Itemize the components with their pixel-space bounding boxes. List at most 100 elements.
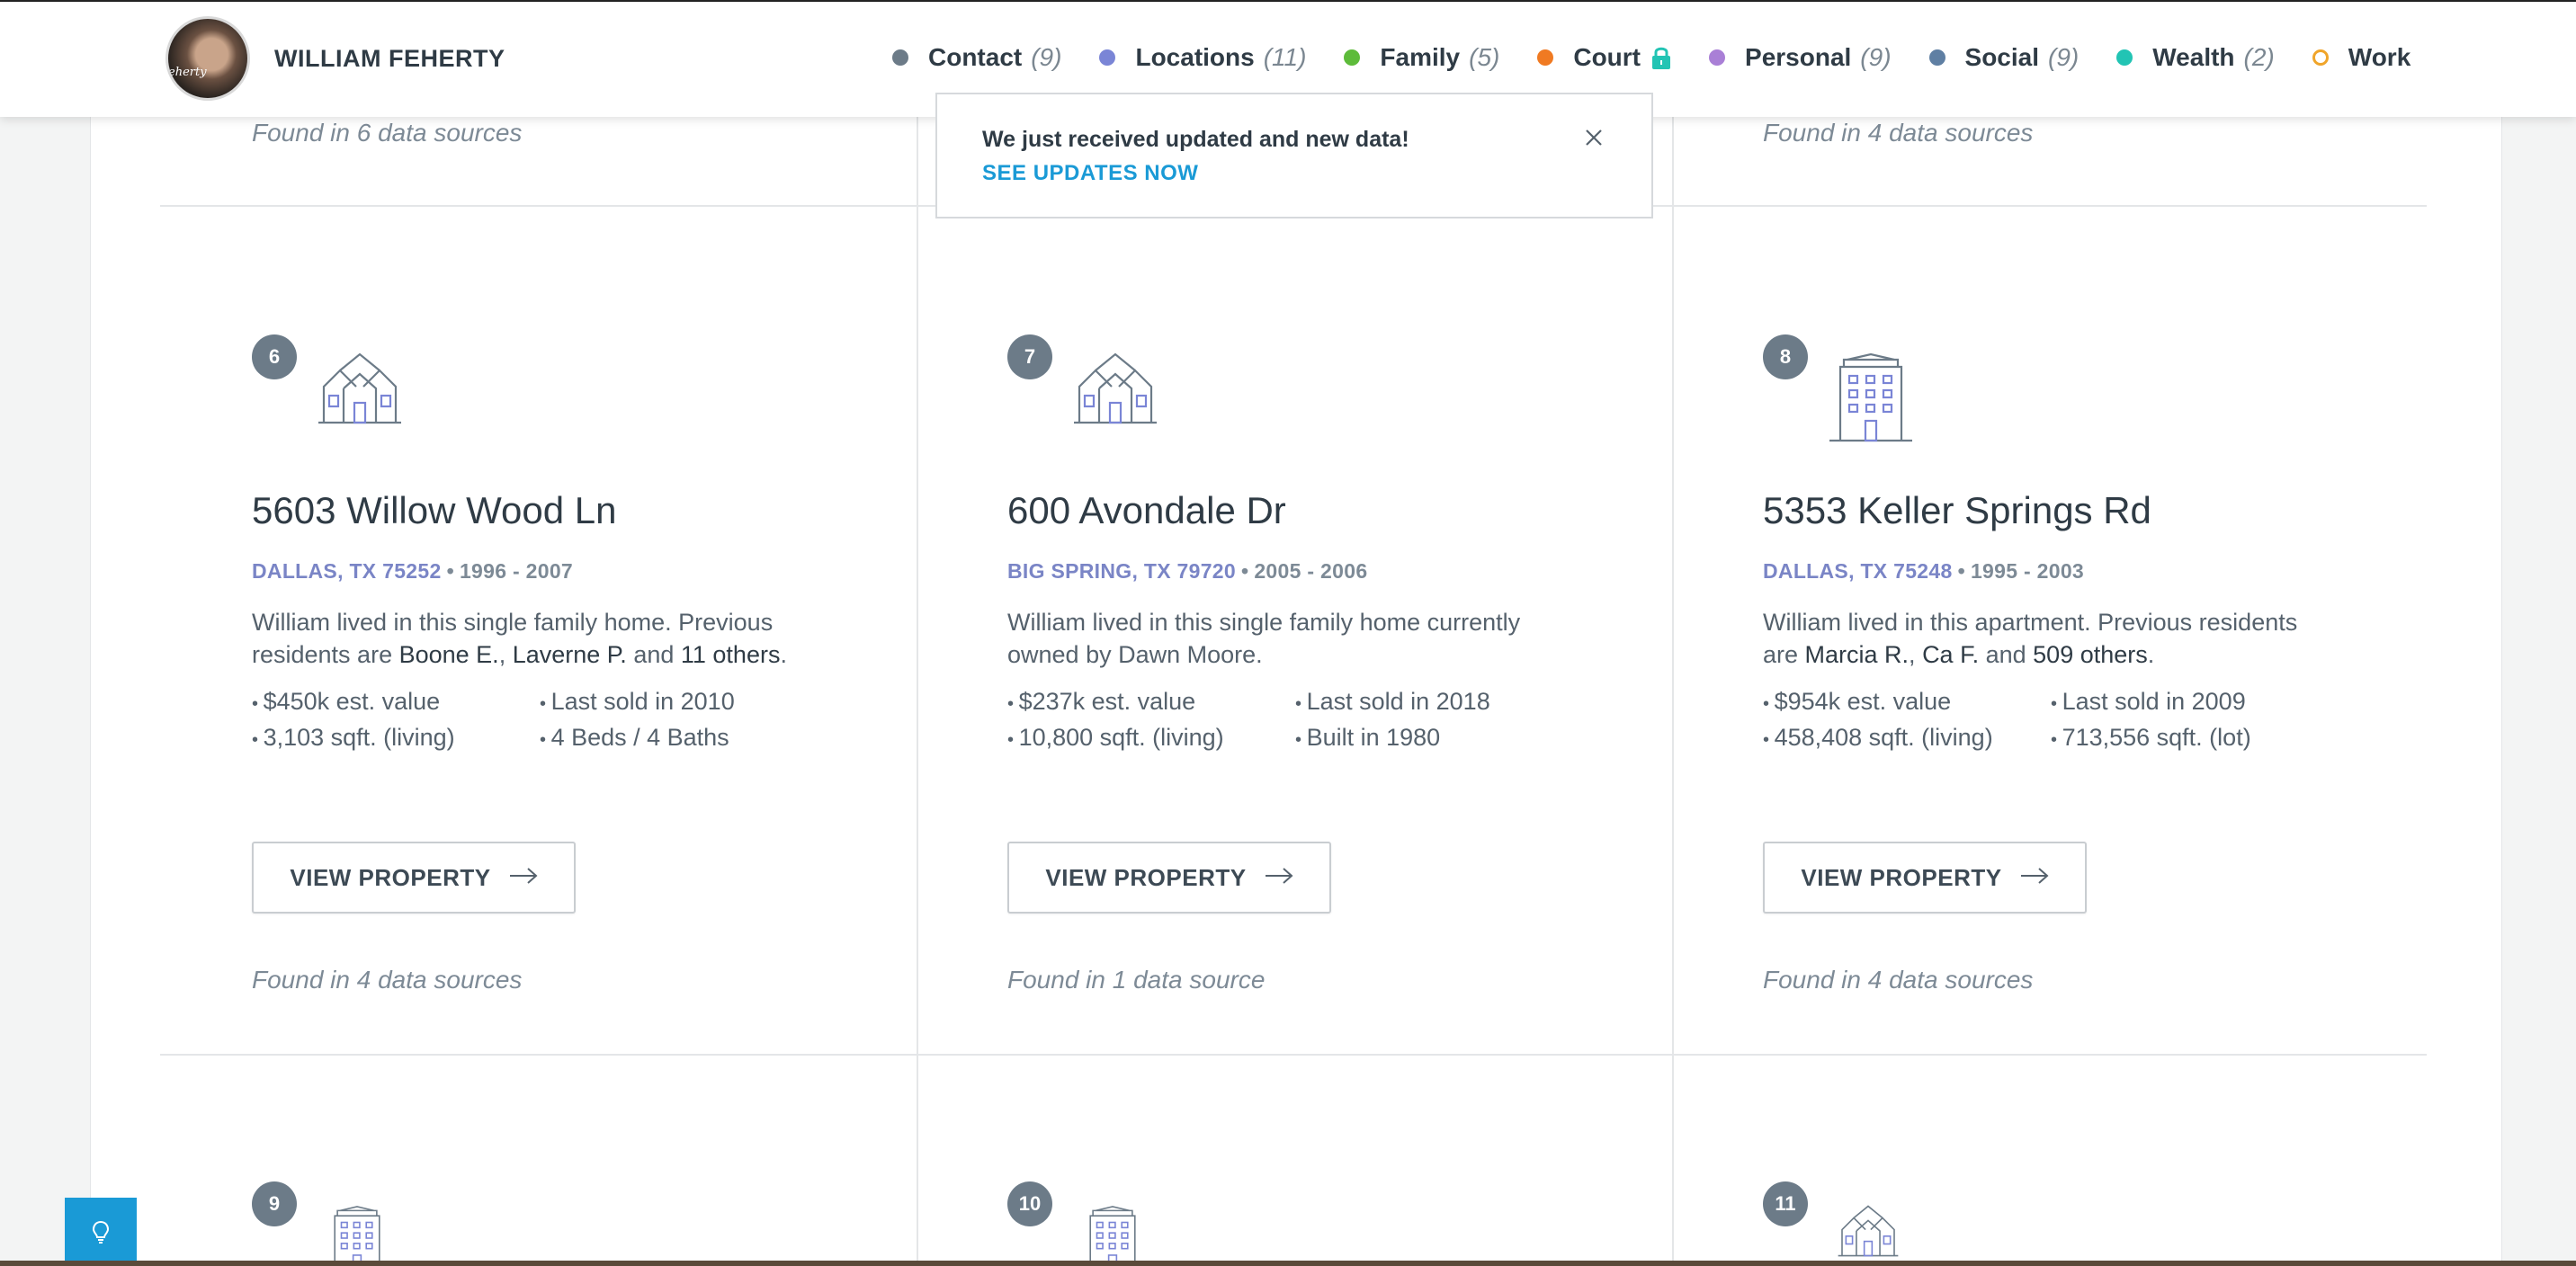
lock-icon [1651, 45, 1671, 70]
location-number-badge: 6 [252, 334, 297, 379]
nav-item-family[interactable]: Family (5) [1344, 43, 1499, 72]
conjunction: and [1979, 641, 2034, 668]
arrow-right-icon [509, 867, 538, 889]
property-fact: 4 Beds / 4 Baths [540, 723, 827, 755]
nav-label: Contact [928, 43, 1023, 71]
nav-item-wealth[interactable]: Wealth (2) [2116, 43, 2275, 72]
house-icon [317, 352, 403, 429]
nav-count: (9) [2048, 43, 2080, 71]
see-updates-link[interactable]: SEE UPDATES NOW [982, 161, 1198, 186]
resident-name[interactable]: Boone E. [399, 641, 499, 668]
location-number-badge: 10 [1007, 1181, 1052, 1226]
nav-count: (2) [2243, 43, 2275, 71]
found-sources: Found in 6 data sources [252, 119, 523, 147]
property-facts: $450k est. valueLast sold in 20103,103 s… [252, 687, 899, 755]
nav-label: Social [1964, 43, 2040, 71]
property-fact: Last sold in 2010 [540, 687, 827, 719]
resident-name[interactable]: Laverne P. [513, 641, 627, 668]
residence-years: 1996 - 2007 [459, 559, 574, 583]
nav-item-contact[interactable]: Contact (9) [892, 43, 1061, 72]
resident-name[interactable]: Ca F. [1922, 641, 1979, 668]
view-property-label: VIEW PROPERTY [1801, 863, 2002, 891]
view-property-label: VIEW PROPERTY [1045, 863, 1247, 891]
view-property-label: VIEW PROPERTY [290, 863, 491, 891]
row-divider [160, 1054, 2427, 1056]
view-property-button[interactable]: VIEW PROPERTY [252, 842, 576, 914]
city-state-zip: DALLAS, TX 75252 [252, 559, 442, 583]
status-dot-icon [1099, 49, 1116, 66]
apartment-building-icon [1081, 1205, 1144, 1261]
nav-count: (5) [1469, 43, 1500, 71]
property-fact: $450k est. value [252, 687, 540, 719]
city-state-zip: BIG SPRING, TX 79720 [1007, 559, 1236, 583]
nav-item-social[interactable]: Social (9) [1928, 43, 2080, 72]
status-dot-icon [1537, 49, 1554, 66]
property-fact: 458,408 sqft. (living) [1763, 723, 2051, 755]
status-dot-icon [1928, 49, 1945, 66]
property-description: William lived in this single family home… [252, 606, 827, 671]
nav-item-personal[interactable]: Personal (9) [1709, 43, 1892, 72]
property-fact: $954k est. value [1763, 687, 2051, 719]
apartment-building-icon [1828, 352, 1914, 447]
nav-label: Wealth [2152, 43, 2235, 71]
lightbulb-icon [92, 1220, 110, 1244]
person-name: WILLIAM FEHERTY [274, 45, 505, 72]
property-address: 5353 Keller Springs Rd [1763, 489, 2151, 531]
property-location-line: DALLAS, TX 75248 • 1995 - 2003 [1763, 559, 2085, 583]
other-residents-link[interactable]: 509 others [2033, 641, 2148, 668]
nav-count: (11) [1263, 43, 1307, 71]
nav-label: Family [1380, 43, 1461, 71]
found-sources: Found in 1 data source [1007, 966, 1266, 994]
punctuation: . [780, 641, 787, 668]
property-location-line: BIG SPRING, TX 79720 • 2005 - 2006 [1007, 559, 1368, 583]
house-icon [1072, 352, 1158, 429]
residence-years: 1995 - 2003 [1970, 559, 2085, 583]
house-icon [1837, 1205, 1900, 1261]
location-number-badge: 7 [1007, 334, 1052, 379]
property-address: 600 Avondale Dr [1007, 489, 1286, 531]
help-button[interactable] [65, 1198, 137, 1266]
property-fact: Last sold in 2009 [2051, 687, 2339, 719]
view-property-button[interactable]: VIEW PROPERTY [1007, 842, 1331, 914]
property-fact: 3,103 sqft. (living) [252, 723, 540, 755]
location-number-badge: 8 [1763, 334, 1808, 379]
other-residents-link[interactable]: 11 others [681, 641, 781, 668]
property-description: William lived in this single family home… [1007, 606, 1583, 671]
nav-label: Work [2348, 43, 2411, 71]
property-location-line: DALLAS, TX 75252 • 1996 - 2007 [252, 559, 574, 583]
property-facts: $954k est. valueLast sold in 2009458,408… [1763, 687, 2411, 755]
window-bottom-edge [0, 1261, 2576, 1266]
section-nav: Contact (9) Locations (11) Family (5) Court Per… [892, 40, 2411, 76]
location-number-badge: 11 [1763, 1181, 1808, 1226]
nav-count: (9) [1031, 43, 1062, 71]
view-property-button[interactable]: VIEW PROPERTY [1763, 842, 2087, 914]
city-state-zip: DALLAS, TX 75248 [1763, 559, 1953, 583]
description-text: William lived in this single family home… [1007, 609, 1521, 668]
location-number-badge: 9 [252, 1181, 297, 1226]
status-dot-icon [892, 49, 908, 66]
nav-label: Personal [1745, 43, 1852, 71]
resident-name[interactable]: Marcia R. [1805, 641, 1910, 668]
update-notification: We just received updated and new data! S… [935, 93, 1653, 218]
found-sources: Found in 4 data sources [252, 966, 523, 994]
status-dot-icon [1709, 49, 1726, 66]
property-description: William lived in this apartment. Previou… [1763, 606, 2339, 671]
conjunction: and [626, 641, 681, 668]
property-address: 5603 Willow Wood Ln [252, 489, 617, 531]
nav-item-work[interactable]: Work [2312, 43, 2411, 72]
arrow-right-icon [1265, 867, 1293, 889]
residence-years: 2005 - 2006 [1254, 559, 1368, 583]
separator: , [1909, 641, 1923, 668]
property-fact: Built in 1980 [1295, 723, 1583, 755]
nav-item-court[interactable]: Court [1537, 43, 1671, 72]
avatar[interactable]: eherty [165, 16, 250, 101]
close-icon[interactable] [1583, 127, 1605, 148]
nav-label: Court [1573, 43, 1641, 71]
nav-label: Locations [1135, 43, 1255, 71]
property-fact: $237k est. value [1007, 687, 1295, 719]
property-fact: 10,800 sqft. (living) [1007, 723, 1295, 755]
avatar-caption: eherty [168, 66, 207, 79]
column-divider [1672, 117, 1674, 1266]
property-facts: $237k est. valueLast sold in 201810,800 … [1007, 687, 1655, 755]
nav-item-locations[interactable]: Locations (11) [1099, 43, 1306, 72]
